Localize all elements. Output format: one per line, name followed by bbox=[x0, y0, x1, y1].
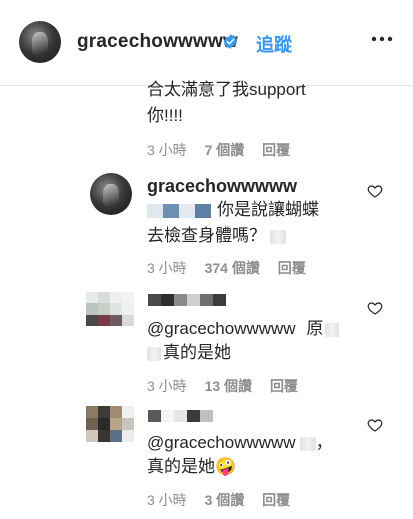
reply-button[interactable]: 回覆 bbox=[262, 142, 290, 158]
heart-icon[interactable] bbox=[367, 417, 383, 433]
heart-icon[interactable] bbox=[367, 183, 383, 199]
comment-text: 你是說讓蝴蝶 bbox=[147, 197, 319, 223]
comment-time: 3 小時 bbox=[147, 142, 187, 158]
comment-text: 真的是她 bbox=[147, 340, 231, 366]
commenter-avatar[interactable] bbox=[86, 406, 134, 442]
commenter-avatar[interactable] bbox=[86, 292, 134, 326]
comment-likes[interactable]: 374 個讚 bbox=[205, 260, 260, 276]
comment-meta: 3 小時 3 個讚 回覆 bbox=[147, 490, 304, 510]
reply-button[interactable]: 回覆 bbox=[278, 260, 306, 276]
follow-button[interactable]: 追蹤 bbox=[256, 31, 292, 57]
header-username[interactable]: gracechowwwww bbox=[77, 31, 238, 53]
comment-text: @gracechowwwww， bbox=[147, 433, 333, 452]
comment-time: 3 小時 bbox=[147, 378, 187, 394]
comment-meta: 3 小時 7 個讚 回覆 bbox=[147, 140, 304, 160]
comment-time: 3 小時 bbox=[147, 260, 187, 276]
verified-badge-icon bbox=[223, 34, 238, 49]
commenter-avatar[interactable] bbox=[90, 173, 132, 215]
comment-likes[interactable]: 7 個讚 bbox=[205, 142, 245, 158]
comment-likes[interactable]: 13 個讚 bbox=[205, 378, 252, 394]
comment-meta: 3 小時 374 個讚 回覆 bbox=[147, 258, 320, 278]
comment-meta: 3 小時 13 個讚 回覆 bbox=[147, 376, 312, 396]
reply-button[interactable]: 回覆 bbox=[262, 492, 290, 508]
header-avatar[interactable] bbox=[19, 21, 61, 63]
comment-username[interactable]: gracechowwwww bbox=[147, 173, 297, 200]
comment-text: @gracechowwwww 原 bbox=[147, 316, 340, 342]
comment-text: 去檢查身體嗎？ bbox=[147, 223, 286, 249]
censored-username[interactable] bbox=[148, 294, 226, 306]
comment-time: 3 小時 bbox=[147, 492, 187, 508]
comment-text: 你!!!! bbox=[147, 106, 183, 125]
comment-text: 合太滿意了我support bbox=[147, 80, 306, 99]
censored-username[interactable] bbox=[148, 410, 213, 422]
more-options-icon[interactable] bbox=[370, 24, 394, 54]
reply-button[interactable]: 回覆 bbox=[270, 378, 298, 394]
post-header: gracechowwwww 追蹤 bbox=[0, 0, 413, 86]
censored-blur bbox=[147, 203, 211, 218]
comment-text: 真的是她🤪 bbox=[147, 457, 237, 476]
mention-link[interactable]: @gracechowwwww bbox=[147, 319, 296, 338]
heart-icon[interactable] bbox=[367, 300, 383, 316]
mention-link[interactable]: @gracechowwwww bbox=[147, 433, 296, 452]
comment-likes[interactable]: 3 個讚 bbox=[205, 492, 245, 508]
